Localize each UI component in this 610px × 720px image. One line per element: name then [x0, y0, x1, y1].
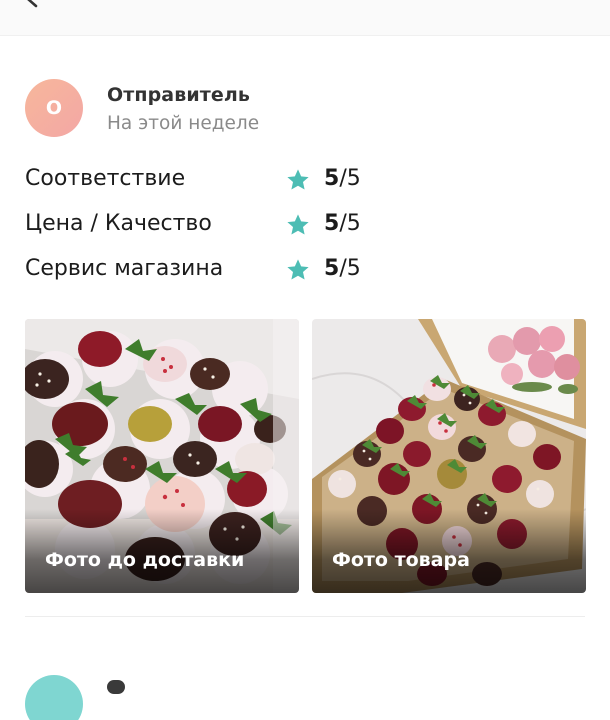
avatar-initial: О	[45, 97, 63, 119]
rating-score: 5/5	[324, 211, 361, 236]
rating-score: 5/5	[324, 256, 361, 281]
author-name: Отправитель	[107, 84, 250, 106]
photo-before-delivery[interactable]: Фото до доставки	[25, 319, 299, 593]
star-icon	[287, 169, 309, 190]
rating-label: Цена / Качество	[25, 211, 212, 236]
rating-label: Сервис магазина	[25, 256, 224, 281]
author-name	[107, 680, 125, 694]
rating-score: 5/5	[324, 166, 361, 191]
rating-row-relevance: Соответствие 5/5	[25, 166, 585, 196]
avatar: О	[25, 79, 83, 137]
chevron-left-icon[interactable]	[22, 0, 44, 10]
review-date: На этой неделе	[107, 113, 260, 134]
avatar	[25, 675, 83, 720]
photo-label: Фото до доставки	[45, 549, 245, 571]
divider	[25, 616, 585, 617]
rating-row-price-quality: Цена / Качество 5/5	[25, 211, 585, 241]
star-icon	[287, 214, 309, 235]
star-icon	[287, 259, 309, 280]
photo-label: Фото товара	[332, 549, 470, 571]
rating-label: Соответствие	[25, 166, 186, 191]
top-bar	[0, 0, 610, 36]
photo-product[interactable]: Фото товара	[312, 319, 586, 593]
rating-row-shop-service: Сервис магазина 5/5	[25, 256, 585, 286]
